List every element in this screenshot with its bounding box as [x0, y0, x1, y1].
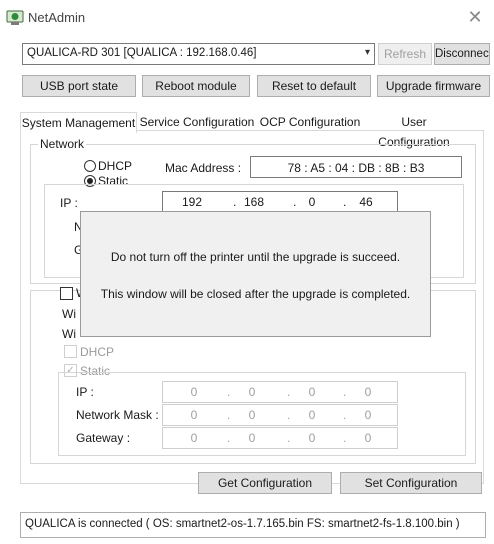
tab-service-configuration[interactable]: Service Configuration — [139, 112, 255, 132]
upgrade-progress-dialog: Do not turn off the printer until the up… — [80, 211, 431, 337]
wifi-mask-dot: . — [343, 408, 347, 422]
wifi-ip-octet-4: 0 — [364, 385, 372, 399]
wifi-ip-field[interactable]: 0 . 0 . 0 . 0 — [162, 381, 398, 403]
wifi-mask-octet-4: 0 — [364, 408, 372, 422]
wifi-dhcp-checkbox[interactable] — [64, 345, 77, 358]
network-app-icon — [6, 10, 24, 25]
wifi-mask-octet-2: 0 — [248, 408, 256, 422]
wifi-ip-label: IP : — [76, 385, 94, 399]
wifi-gateway-dot: . — [343, 431, 347, 445]
wifi-gateway-field[interactable]: 0 . 0 . 0 . 0 — [162, 427, 398, 449]
upgrade-info-text: This window will be closed after the upg… — [100, 287, 411, 301]
ip-label: IP : — [60, 196, 78, 210]
title-bar: NetAdmin ✕ — [0, 0, 494, 34]
reset-to-default-button[interactable]: Reset to default — [257, 75, 371, 97]
wifi-ip-octet-2: 0 — [248, 385, 256, 399]
wifi-gateway-dot: . — [227, 431, 231, 445]
device-select[interactable]: QUALICA-RD 301 [QUALICA : 192.168.0.46] … — [22, 43, 375, 65]
ip-octet-3: 0 — [308, 195, 316, 209]
partial-label-wi-2: Wi — [62, 327, 76, 341]
upgrade-warning-text: Do not turn off the printer until the up… — [110, 250, 401, 264]
ip-address-field[interactable]: 192 . 168 . 0 . 46 — [162, 191, 398, 213]
wifi-enable-checkbox[interactable] — [60, 287, 73, 300]
dhcp-label: DHCP — [98, 159, 133, 173]
reboot-module-button[interactable]: Reboot module — [142, 75, 250, 97]
dhcp-radio[interactable] — [84, 160, 96, 172]
mac-address-label: Mac Address : — [165, 161, 242, 175]
set-configuration-button[interactable]: Set Configuration — [340, 472, 482, 494]
window-title: NetAdmin — [28, 10, 86, 25]
wifi-mask-dot: . — [287, 408, 291, 422]
mac-address-field: 78 : A5 : 04 : DB : 8B : B3 — [250, 156, 462, 178]
refresh-button[interactable]: Refresh — [378, 43, 432, 65]
wifi-dhcp-label: DHCP — [80, 345, 115, 359]
tab-system-management[interactable]: System Management — [20, 112, 137, 133]
partial-label-wi-1: Wi — [62, 307, 76, 321]
chevron-down-icon[interactable]: ▾ — [365, 47, 370, 58]
device-select-value: QUALICA-RD 301 [QUALICA : 192.168.0.46] — [27, 47, 257, 59]
wifi-mask-field[interactable]: 0 . 0 . 0 . 0 — [162, 404, 398, 426]
wifi-gateway-dot: . — [287, 431, 291, 445]
wifi-ip-octet-1: 0 — [190, 385, 198, 399]
upgrade-firmware-button[interactable]: Upgrade firmware — [377, 75, 490, 97]
disconnect-button[interactable]: Disconnect — [434, 43, 490, 65]
ip-octet-2: 168 — [243, 195, 265, 209]
wifi-ip-dot: . — [287, 385, 291, 399]
wifi-gateway-octet-3: 0 — [308, 431, 316, 445]
wifi-ip-dot: . — [343, 385, 347, 399]
wifi-gateway-label: Gateway : — [76, 431, 131, 445]
ip-dot: . — [343, 195, 347, 209]
wifi-mask-dot: . — [227, 408, 231, 422]
mac-address-value: 78 : A5 : 04 : DB : 8B : B3 — [287, 161, 425, 175]
wifi-mask-octet-3: 0 — [308, 408, 316, 422]
wifi-mask-octet-1: 0 — [190, 408, 198, 422]
close-icon[interactable]: ✕ — [464, 6, 486, 28]
wifi-gateway-octet-1: 0 — [190, 431, 198, 445]
ip-octet-1: 192 — [181, 195, 203, 209]
wifi-ip-octet-3: 0 — [308, 385, 316, 399]
status-text: QUALICA is connected ( OS: smartnet2-os-… — [25, 518, 460, 530]
ip-octet-4: 46 — [359, 195, 373, 209]
wifi-ip-dot: . — [227, 385, 231, 399]
usb-port-state-button[interactable]: USB port state — [22, 75, 136, 97]
netadmin-window: NetAdmin ✕ QUALICA-RD 301 [QUALICA : 192… — [0, 0, 494, 544]
wifi-mask-label: Network Mask : — [76, 408, 159, 422]
get-configuration-button[interactable]: Get Configuration — [198, 472, 332, 494]
status-bar: QUALICA is connected ( OS: smartnet2-os-… — [20, 512, 486, 538]
wifi-gateway-octet-4: 0 — [364, 431, 372, 445]
ip-dot: . — [293, 195, 297, 209]
tab-ocp-configuration[interactable]: OCP Configuration — [258, 112, 362, 132]
ip-dot: . — [233, 195, 237, 209]
network-group-label: Network — [38, 137, 87, 151]
tab-user-configuration[interactable]: User Configuration — [364, 112, 464, 149]
wifi-gateway-octet-2: 0 — [248, 431, 256, 445]
